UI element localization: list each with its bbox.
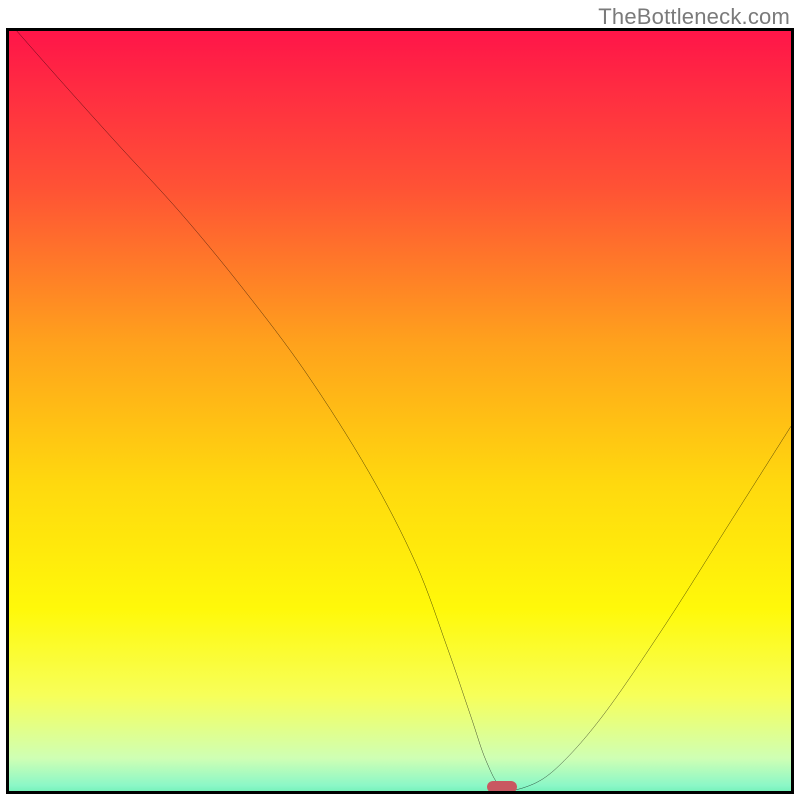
chart-curve [9,31,791,791]
optimum-marker [487,781,517,793]
watermark-text: TheBottleneck.com [598,4,790,30]
chart-frame [6,28,794,794]
